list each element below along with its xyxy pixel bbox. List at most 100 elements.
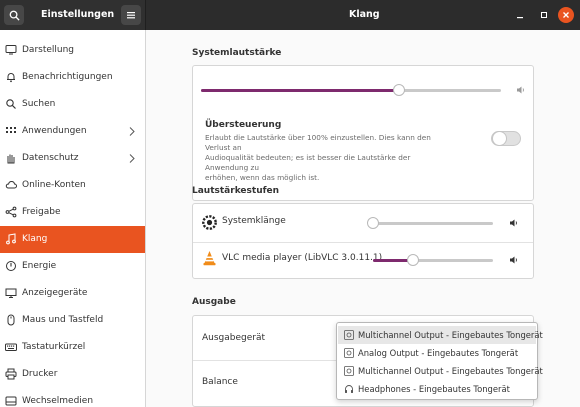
output-device-label: Ausgabegerät: [202, 333, 266, 343]
minimize-icon: [517, 17, 523, 19]
audio-card-icon: [344, 366, 354, 376]
maximize-button[interactable]: [536, 7, 552, 23]
maximize-icon: [541, 12, 547, 18]
system-volume-frame: Übersteuerung Erlaubt die Lautstärke übe…: [192, 65, 534, 201]
audio-card-icon: [344, 348, 354, 358]
description-line: erhöhen, wenn das möglich ist.: [205, 173, 320, 182]
menu-button[interactable]: [121, 5, 141, 25]
chevron-right-icon: [129, 154, 135, 163]
mouse-icon: [7, 314, 15, 326]
panel-title: Klang: [349, 9, 380, 20]
display-icon: [5, 45, 17, 55]
sidebar-item-label: Freigabe: [22, 207, 61, 217]
sidebar-item-label: Suchen: [22, 99, 56, 109]
sidebar-header: Einstellungen: [0, 0, 146, 30]
sidebar-item-klang[interactable]: Klang: [0, 226, 145, 253]
dropdown-option[interactable]: Multichannel Output - Eingebautes Tonger…: [338, 326, 543, 344]
app-name: Systemklänge: [222, 216, 286, 226]
cloud-icon: [5, 181, 17, 189]
chevron-right-icon: [129, 127, 135, 136]
sidebar-item-online-konten[interactable]: Online-Konten: [0, 172, 145, 199]
section-heading-volume-levels: Lautstärkestufen: [192, 186, 280, 196]
option-label: Headphones - Eingebautes Tongerät: [358, 384, 510, 394]
system-sounds-icon: [202, 215, 217, 230]
slider-handle[interactable]: [393, 84, 405, 96]
section-heading-system-volume: Systemlautstärke: [192, 48, 282, 58]
sidebar-item-label: Tastaturkürzel: [22, 342, 86, 352]
hamburger-icon: [127, 12, 135, 19]
monitor-icon: [5, 288, 17, 298]
system-sounds-slider[interactable]: [367, 217, 493, 229]
row-separator: [193, 242, 533, 243]
sidebar-item-label: Anwendungen: [22, 126, 87, 136]
sidebar-item-label: Datenschutz: [22, 153, 79, 163]
slider-handle[interactable]: [407, 254, 419, 266]
sidebar-item-drucker[interactable]: Drucker: [0, 361, 145, 388]
vlc-icon: [203, 251, 216, 266]
power-icon: [6, 261, 16, 271]
balance-label: Balance: [202, 377, 238, 387]
overamplification-toggle[interactable]: [491, 131, 521, 146]
apps-grid-icon: [6, 127, 16, 133]
sidebar-item-label: Energie: [22, 261, 57, 271]
sidebar-item-label: Benachrichtigungen: [22, 72, 113, 82]
music-note-icon: [6, 233, 16, 245]
minimize-button[interactable]: [512, 7, 528, 23]
sidebar-item-energie[interactable]: Energie: [0, 253, 145, 280]
sidebar-item-tastaturkuerzel[interactable]: Tastaturkürzel: [0, 334, 145, 361]
sidebar-item-anwendungen[interactable]: Anwendungen: [0, 118, 145, 145]
sidebar-item-datenschutz[interactable]: Datenschutz: [0, 145, 145, 172]
bell-icon: [7, 73, 15, 83]
system-volume-slider[interactable]: [201, 84, 501, 96]
app-title: Einstellungen: [41, 9, 115, 20]
option-label: Analog Output - Eingebautes Tongerät: [358, 348, 519, 358]
volume-levels-frame: Systemklänge VLC media player (LibVLC 3.…: [192, 203, 534, 279]
toggle-knob: [492, 131, 507, 146]
sidebar-item-maus-und-tastfeld[interactable]: Maus und Tastfeld: [0, 307, 145, 334]
header-bar: Einstellungen Klang: [0, 0, 580, 30]
sidebar-item-anzeigegeraete[interactable]: Anzeigegeräte: [0, 280, 145, 307]
sidebar-item-label: Wechselmedien: [22, 396, 94, 406]
sidebar-item-label: Drucker: [22, 369, 58, 379]
sidebar-item-freigabe[interactable]: Freigabe: [0, 199, 145, 226]
speaker-icon: [510, 256, 517, 264]
speaker-icon: [517, 86, 524, 94]
dropdown-option[interactable]: Multichannel Output - Eingebautes Tonger…: [338, 362, 543, 380]
search-icon: [9, 10, 20, 21]
close-button[interactable]: [558, 7, 574, 23]
dropdown-option[interactable]: Analog Output - Eingebautes Tongerät: [338, 344, 536, 362]
headphones-icon: [345, 385, 353, 393]
overamplification-title: Übersteuerung: [205, 120, 282, 130]
audio-card-icon: [344, 330, 354, 340]
search-icon: [6, 99, 16, 109]
sidebar-item-label: Darstellung: [22, 45, 75, 55]
speaker-icon: [510, 219, 517, 227]
sidebar-item-suchen[interactable]: Suchen: [0, 91, 145, 118]
keyboard-icon: [5, 343, 17, 351]
close-icon: [563, 12, 569, 18]
sidebar-item-darstellung[interactable]: Darstellung: [0, 37, 145, 64]
share-icon: [5, 206, 17, 218]
media-icon: [5, 396, 17, 406]
description-line: Audioqualität bedeuten; es ist besser di…: [205, 153, 411, 172]
vlc-slider[interactable]: [373, 254, 493, 266]
sidebar-item-label: Maus und Tastfeld: [22, 315, 104, 325]
sidebar-item-label: Online-Konten: [22, 180, 86, 190]
sidebar-item-wechselmedien[interactable]: Wechselmedien: [0, 388, 145, 407]
slider-fill: [201, 89, 399, 92]
hand-icon: [7, 154, 15, 164]
description-line: Erlaubt die Lautstärke über 100% einzust…: [205, 133, 431, 152]
option-label: Multichannel Output - Eingebautes Tonger…: [358, 330, 543, 340]
slider-handle[interactable]: [367, 217, 379, 229]
dropdown-option[interactable]: Headphones - Eingebautes Tongerät: [338, 380, 536, 398]
sidebar-item-label: Klang: [22, 234, 48, 244]
sidebar-item-benachrichtigungen[interactable]: Benachrichtigungen: [0, 64, 145, 91]
printer-icon: [5, 368, 17, 380]
search-button[interactable]: [4, 5, 24, 25]
overamplification-description: Erlaubt die Lautstärke über 100% einzust…: [205, 133, 455, 183]
section-heading-output: Ausgabe: [192, 297, 236, 307]
app-name: VLC media player (LibVLC 3.0.11.1): [222, 253, 383, 263]
sidebar: Darstellung Benachrichtigungen Suchen An…: [0, 30, 146, 407]
output-device-dropdown[interactable]: Multichannel Output - Eingebautes Tonger…: [336, 322, 543, 400]
sidebar-item-label: Anzeigegeräte: [22, 288, 88, 298]
